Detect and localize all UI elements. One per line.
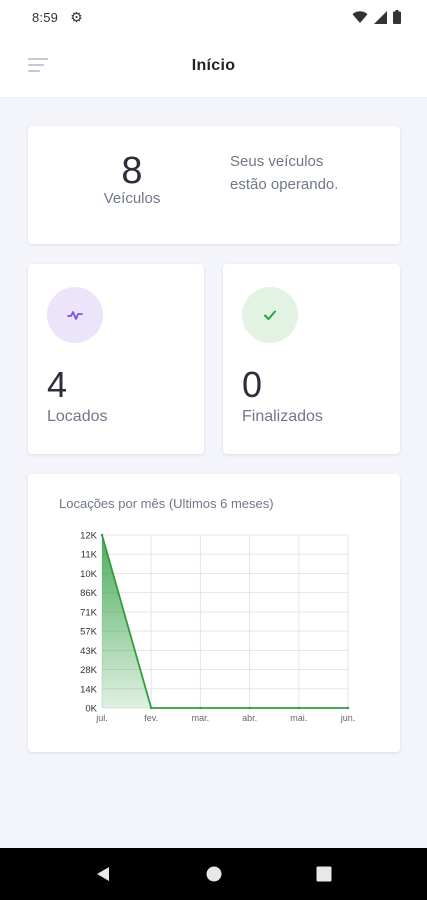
activity-icon: [47, 287, 103, 343]
battery-icon: [393, 10, 401, 24]
y-tick-label: 11K: [81, 550, 98, 561]
vehicles-status-text: Seus veículos estão operando.: [230, 153, 339, 193]
y-tick-label: 28K: [80, 665, 98, 676]
recents-button[interactable]: [312, 862, 336, 886]
data-point: [248, 706, 251, 710]
y-tick-label: 43K: [80, 646, 98, 657]
signal-icon: [374, 10, 387, 24]
y-tick-label: 86K: [80, 588, 98, 599]
x-tick-label: mai.: [290, 713, 307, 723]
vehicles-label: Veículos: [103, 190, 161, 207]
data-point: [100, 533, 104, 537]
data-point: [297, 706, 300, 710]
data-point: [150, 706, 153, 710]
chart-title: Locações por mês (Ultimos 6 meses): [59, 496, 274, 511]
y-tick-label: 71K: [80, 607, 98, 618]
status-bar: 8:59 ⚙: [0, 0, 427, 34]
home-button[interactable]: [202, 862, 226, 886]
back-button[interactable]: [91, 862, 115, 886]
finished-count: 0: [242, 364, 263, 405]
x-tick-label: fev.: [144, 713, 158, 723]
status-time: 8:59: [32, 9, 59, 25]
x-tick-label: jun.: [340, 713, 356, 723]
x-tick-label: abr.: [242, 713, 257, 723]
x-tick-label: mar.: [192, 713, 210, 723]
status-icons: [352, 10, 401, 24]
home-icon: [206, 866, 222, 882]
app-bar: Início: [0, 34, 427, 98]
data-point: [199, 706, 202, 710]
finished-label: Finalizados: [242, 408, 323, 425]
back-icon: [97, 867, 109, 881]
y-tick-label: 14K: [80, 684, 98, 695]
y-tick-label: 12K: [80, 531, 98, 542]
page-title: Início: [191, 56, 236, 74]
vehicles-count: 8: [121, 150, 143, 192]
wifi-icon: [352, 10, 368, 23]
check-icon: [242, 287, 298, 343]
system-nav-bar: [0, 848, 427, 900]
gear-icon: ⚙: [70, 9, 83, 25]
recents-icon: [316, 866, 332, 882]
rented-count: 4: [47, 364, 68, 405]
rentals-chart: 0K14K28K43K57K71K86K10K11K12Kjul. fev. mar…: [80, 531, 356, 724]
x-tick-label: jul.: [95, 713, 108, 723]
rented-label: Locados: [47, 408, 108, 425]
y-tick-label: 10K: [80, 569, 98, 580]
area-fill: [102, 535, 348, 708]
y-tick-label: 57K: [80, 627, 98, 638]
data-point: [346, 706, 350, 710]
hamburger-menu-icon[interactable]: [28, 58, 48, 74]
